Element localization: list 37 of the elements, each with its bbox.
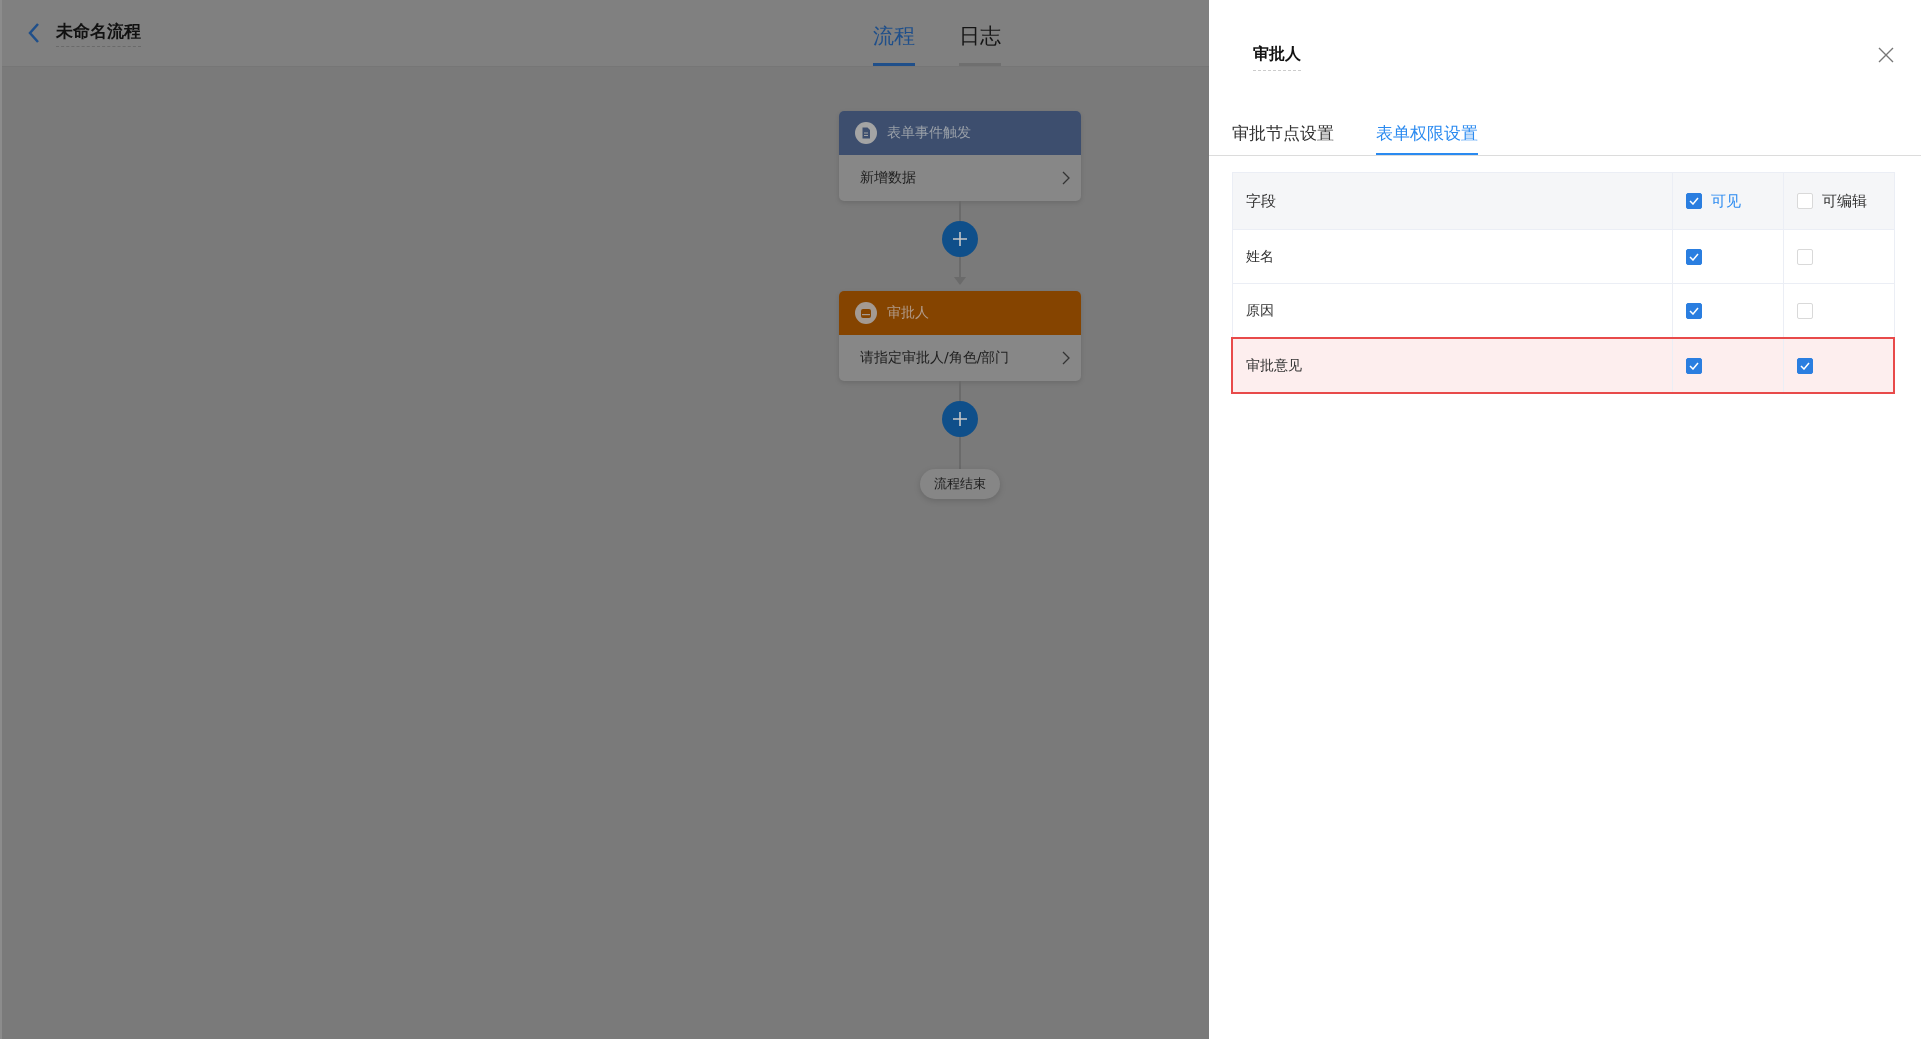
chevron-right-icon <box>1061 351 1071 365</box>
table-cell: 审批意见 <box>1232 338 1672 393</box>
tab[interactable]: 日志 <box>959 0 1001 66</box>
tab[interactable]: 表单权限设置 <box>1376 122 1478 155</box>
column-header: 可编辑 <box>1821 191 1867 211</box>
document-icon <box>855 122 877 144</box>
checkbox[interactable] <box>1685 358 1702 374</box>
chevron-right-icon <box>1061 171 1071 185</box>
checkmark-icon <box>1688 307 1699 315</box>
plus-icon <box>952 411 968 427</box>
checkmark-icon <box>1799 362 1810 370</box>
stamp-icon <box>855 302 877 324</box>
flow-node[interactable]: 表单事件触发 新增数据 <box>839 111 1081 201</box>
node-title: 表单事件触发 <box>887 124 971 142</box>
flow-title: 未命名流程 <box>56 19 141 47</box>
checkbox[interactable] <box>1796 358 1813 374</box>
add-node-button[interactable] <box>942 401 978 437</box>
checkbox[interactable] <box>1685 193 1702 209</box>
node-content: 新增数据 <box>860 169 916 187</box>
node-title: 审批人 <box>887 304 929 322</box>
back-icon[interactable] <box>26 21 42 45</box>
checkmark-icon <box>1688 362 1699 370</box>
checkmark-icon <box>1688 253 1699 261</box>
node-content: 请指定审批人/角色/部门 <box>860 349 1010 367</box>
checkmark-icon <box>1688 197 1699 205</box>
checkbox[interactable] <box>1685 303 1702 319</box>
plus-icon <box>952 231 968 247</box>
panel-title: 审批人 <box>1253 44 1301 71</box>
flow-node[interactable]: 审批人 请指定审批人/角色/部门 <box>839 291 1081 381</box>
table-cell: 姓名 <box>1232 229 1672 284</box>
checkbox[interactable] <box>1685 249 1702 265</box>
close-icon[interactable] <box>1877 46 1895 64</box>
column-header: 字段 <box>1232 172 1672 230</box>
column-header: 可见 <box>1710 191 1741 211</box>
end-node: 流程结束 <box>920 469 1000 499</box>
tab[interactable]: 审批节点设置 <box>1232 122 1334 155</box>
add-node-button[interactable] <box>942 221 978 257</box>
